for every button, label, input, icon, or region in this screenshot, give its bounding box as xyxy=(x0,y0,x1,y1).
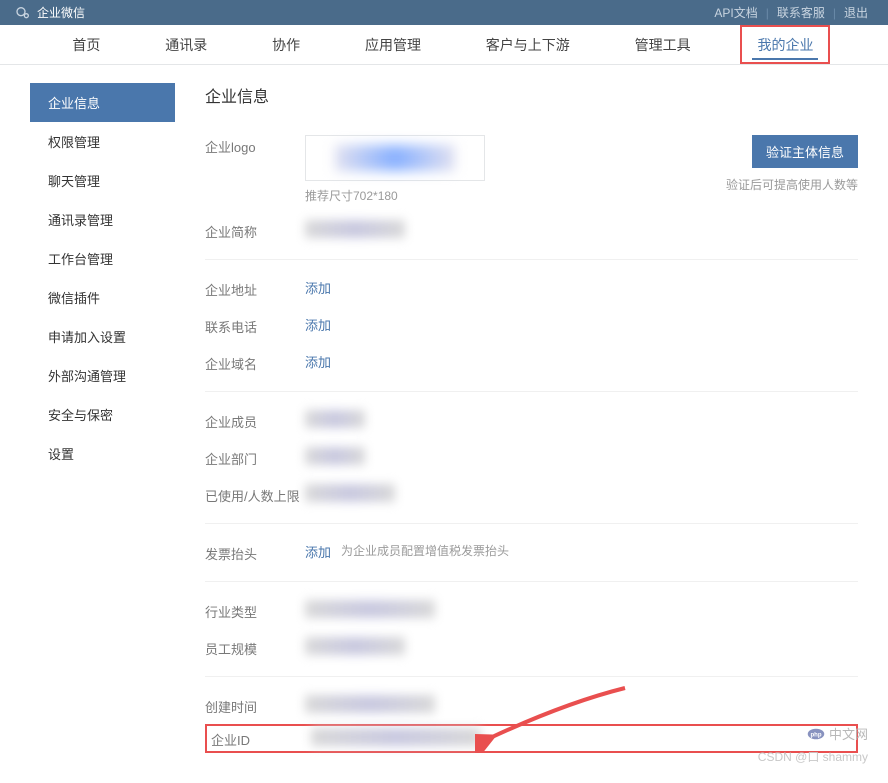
nav-collaboration[interactable]: 协作 xyxy=(257,25,315,64)
header-bar: 企业微信 API文档 | 联系客服 | 退出 xyxy=(0,0,888,25)
redacted-value xyxy=(305,484,395,502)
content-panel: 企业信息 企业logo 推荐尺寸702*180 验证主体信息 验证后可提高使用人… xyxy=(175,65,858,753)
label-usage: 已使用/人数上限 xyxy=(205,484,305,505)
label-created: 创建时间 xyxy=(205,695,305,716)
sidebar-item-chat[interactable]: 聊天管理 xyxy=(30,161,175,200)
label-invoice: 发票抬头 xyxy=(205,542,305,563)
nav-my-company[interactable]: 我的企业 xyxy=(740,25,830,64)
divider xyxy=(205,523,858,524)
logo-preview[interactable] xyxy=(305,135,485,181)
separator: | xyxy=(766,6,769,20)
nav-contacts[interactable]: 通讯录 xyxy=(150,25,222,64)
nav-admin-tools[interactable]: 管理工具 xyxy=(620,25,706,64)
add-phone-link[interactable]: 添加 xyxy=(305,315,331,334)
label-members: 企业成员 xyxy=(205,410,305,431)
page-title: 企业信息 xyxy=(205,83,858,107)
redacted-value xyxy=(305,600,435,618)
label-phone: 联系电话 xyxy=(205,315,305,336)
svg-text:php: php xyxy=(810,732,821,738)
label-logo: 企业logo xyxy=(205,135,305,156)
add-invoice-link[interactable]: 添加 xyxy=(305,542,331,561)
nav-home[interactable]: 首页 xyxy=(57,25,115,64)
sidebar-item-security[interactable]: 安全与保密 xyxy=(30,395,175,434)
label-shortname: 企业简称 xyxy=(205,220,305,241)
sidebar-item-settings[interactable]: 设置 xyxy=(30,434,175,473)
invoice-hint: 为企业成员配置增值税发票抬头 xyxy=(341,542,509,559)
divider xyxy=(205,676,858,677)
redacted-value xyxy=(305,447,365,465)
sidebar-item-contacts-mgmt[interactable]: 通讯录管理 xyxy=(30,200,175,239)
sidebar-item-permissions[interactable]: 权限管理 xyxy=(30,122,175,161)
sidebar: 企业信息 权限管理 聊天管理 通讯录管理 工作台管理 微信插件 申请加入设置 外… xyxy=(30,65,175,753)
verify-button[interactable]: 验证主体信息 xyxy=(752,135,858,168)
sidebar-item-external-comm[interactable]: 外部沟通管理 xyxy=(30,356,175,395)
brand: 企业微信 xyxy=(15,4,85,21)
watermark-csdn: CSDN @口 shammy xyxy=(758,748,868,765)
nav-app-management[interactable]: 应用管理 xyxy=(350,25,436,64)
redacted-value xyxy=(305,410,365,428)
sidebar-item-join-settings[interactable]: 申请加入设置 xyxy=(30,317,175,356)
top-nav: 首页 通讯录 协作 应用管理 客户与上下游 管理工具 我的企业 xyxy=(0,25,888,65)
nav-customers[interactable]: 客户与上下游 xyxy=(471,25,585,64)
link-contact-support[interactable]: 联系客服 xyxy=(777,4,825,21)
logo-size-hint: 推荐尺寸702*180 xyxy=(305,187,485,204)
link-logout[interactable]: 退出 xyxy=(844,4,868,21)
wecom-logo-icon xyxy=(15,5,31,21)
sidebar-item-company-info[interactable]: 企业信息 xyxy=(30,83,175,122)
separator: | xyxy=(833,6,836,20)
divider xyxy=(205,581,858,582)
divider xyxy=(205,391,858,392)
add-domain-link[interactable]: 添加 xyxy=(305,352,331,371)
redacted-value xyxy=(305,220,405,238)
active-underline xyxy=(752,58,818,60)
watermark-php: php 中文网 xyxy=(807,724,868,743)
nav-my-company-label: 我的企业 xyxy=(757,35,813,55)
brand-text: 企业微信 xyxy=(37,4,85,21)
label-address: 企业地址 xyxy=(205,278,305,299)
verify-hint: 验证后可提高使用人数等 xyxy=(726,176,858,193)
redacted-corp-id xyxy=(311,728,481,746)
header-links: API文档 | 联系客服 | 退出 xyxy=(714,4,868,21)
add-address-link[interactable]: 添加 xyxy=(305,278,331,297)
sidebar-item-workbench[interactable]: 工作台管理 xyxy=(30,239,175,278)
label-scale: 员工规模 xyxy=(205,637,305,658)
label-corp-id: 企业ID xyxy=(211,728,311,749)
label-domain: 企业域名 xyxy=(205,352,305,373)
label-departments: 企业部门 xyxy=(205,447,305,468)
php-logo-icon: php xyxy=(807,725,825,743)
sidebar-item-wechat-plugin[interactable]: 微信插件 xyxy=(30,278,175,317)
redacted-value xyxy=(305,695,435,713)
redacted-logo xyxy=(335,145,455,171)
divider xyxy=(205,259,858,260)
link-api-docs[interactable]: API文档 xyxy=(714,4,757,21)
redacted-value xyxy=(305,637,405,655)
label-industry: 行业类型 xyxy=(205,600,305,621)
